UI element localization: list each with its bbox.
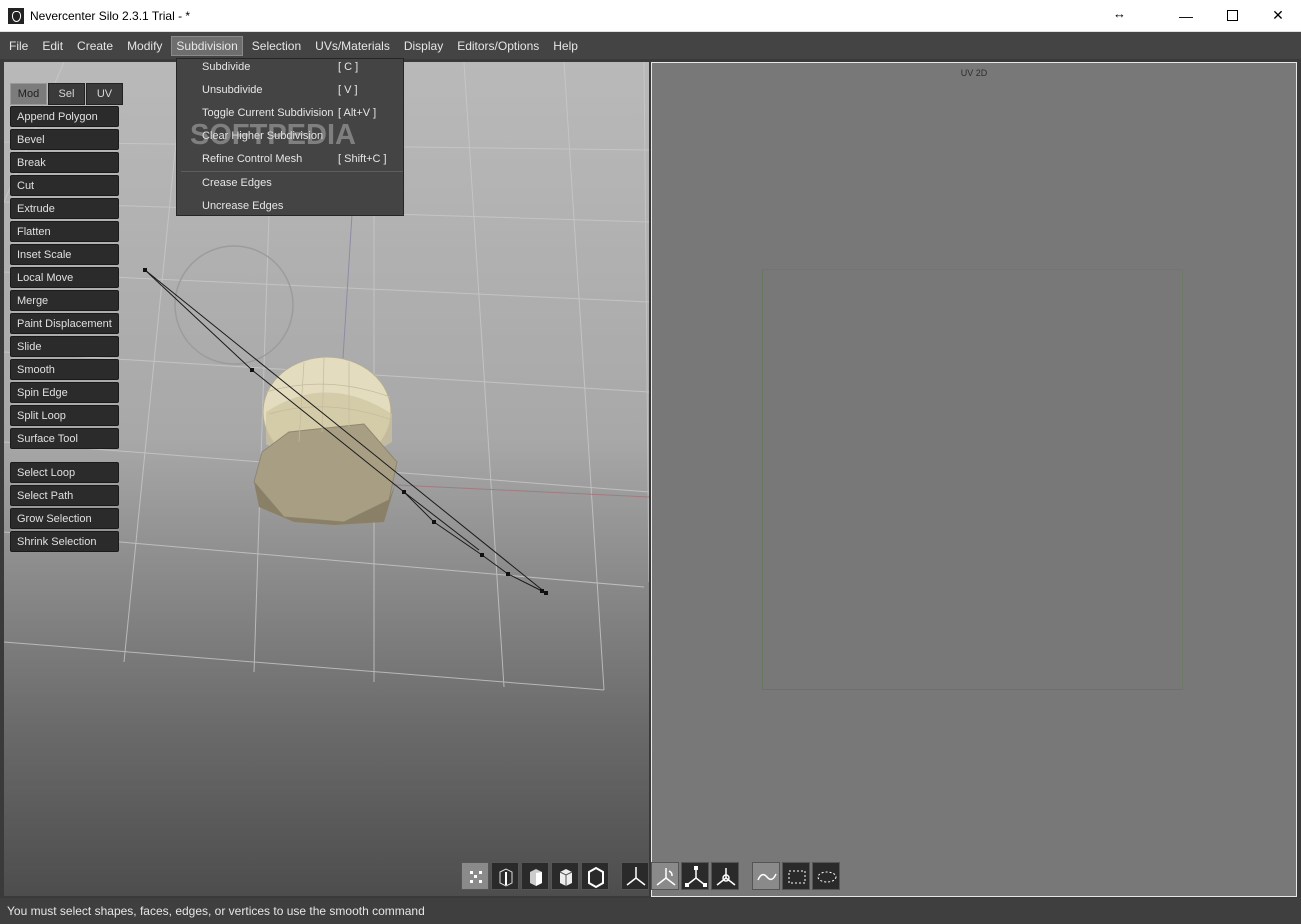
tool-inset-scale-button[interactable]: Inset Scale — [10, 244, 119, 265]
uv-view-title: UV 2D — [960, 68, 988, 78]
tool-merge-button[interactable]: Merge — [10, 290, 119, 311]
rotate-gizmo-ring — [174, 245, 294, 365]
object-mode-button[interactable] — [551, 862, 579, 890]
rect-select-button[interactable] — [782, 862, 810, 890]
tool-paint-displacement-button[interactable]: Paint Displacement — [10, 313, 119, 334]
tool-select-loop-button[interactable]: Select Loop — [10, 462, 119, 483]
menu-editors-options[interactable]: Editors/Options — [452, 36, 544, 56]
tool-bevel-button[interactable]: Bevel — [10, 129, 119, 150]
tool-extrude-button[interactable]: Extrude — [10, 198, 119, 219]
window-title: Nevercenter Silo 2.3.1 Trial - * — [30, 8, 191, 23]
close-icon: ✕ — [1272, 7, 1284, 23]
tool-flatten-button[interactable]: Flatten — [10, 221, 119, 242]
tool-cut-button[interactable]: Cut — [10, 175, 119, 196]
viewport-uv[interactable]: UV 2D — [651, 62, 1297, 897]
move-manipulator-button[interactable] — [621, 862, 649, 890]
object-mode-icon — [559, 869, 573, 886]
tool-local-move-button[interactable]: Local Move — [10, 267, 119, 288]
wireframe-object-button[interactable] — [581, 862, 609, 890]
lasso-curve-icon — [757, 873, 777, 881]
edge-mode-button[interactable] — [491, 862, 519, 890]
dropdown-item-label: Unsubdivide — [202, 84, 263, 96]
status-bar: You must select shapes, faces, edges, or… — [0, 898, 1301, 924]
scale-manipulator-button[interactable] — [681, 862, 709, 890]
tab-sel[interactable]: Sel — [48, 83, 85, 105]
dropdown-item-label: Subdivide — [202, 61, 251, 73]
move-manipulator-icon — [626, 867, 646, 886]
rect-select-icon — [788, 870, 806, 884]
menu-edit[interactable]: Edit — [37, 36, 68, 56]
uv-bounds-frame — [762, 269, 1183, 690]
rotate-manipulator-button[interactable] — [651, 862, 679, 890]
tool-spin-edge-button[interactable]: Spin Edge — [10, 382, 119, 403]
dropdown-item-shortcut: [ C ] — [338, 61, 359, 73]
face-mode-button[interactable] — [521, 862, 549, 890]
menu-help[interactable]: Help — [548, 36, 583, 56]
vertex-mode-icon — [470, 871, 482, 883]
tool-split-loop-button[interactable]: Split Loop — [10, 405, 119, 426]
ellipse-select-button[interactable] — [812, 862, 840, 890]
lasso-curve-button[interactable] — [752, 862, 780, 890]
dropdown-item-shortcut: [ Shift+C ] — [338, 153, 387, 165]
tool-surface-tool-button[interactable]: Surface Tool — [10, 428, 119, 449]
dropdown-item-label: Refine Control Mesh — [202, 153, 303, 165]
app-icon — [8, 7, 24, 24]
tool-shrink-selection-button[interactable]: Shrink Selection — [10, 531, 119, 552]
tool-panel-tabs: Mod Sel UV — [10, 83, 124, 105]
softpedia-watermark: SOFTPEDIA — [190, 119, 356, 151]
menu-bar: File Edit Create Modify Subdivision Sele… — [0, 32, 1301, 59]
maximize-button[interactable] — [1209, 0, 1255, 31]
menu-modify[interactable]: Modify — [122, 36, 167, 56]
dropdown-separator — [181, 171, 403, 172]
face-mode-icon — [530, 869, 542, 886]
minimize-icon: — — [1179, 7, 1193, 24]
menu-create[interactable]: Create — [72, 36, 118, 56]
dropdown-item-label: Toggle Current Subdivision — [202, 107, 334, 119]
dropdown-item-label: Uncrease Edges — [202, 200, 284, 212]
close-button[interactable]: ✕ — [1255, 0, 1301, 31]
edge-mode-icon — [499, 868, 513, 887]
scale-manipulator-icon — [685, 866, 707, 887]
universal-manipulator-button[interactable] — [711, 862, 739, 890]
resize-arrows-icon: ↔ — [1113, 6, 1126, 21]
wireframe-object-icon — [588, 866, 604, 889]
tool-smooth-button[interactable]: Smooth — [10, 359, 119, 380]
title-bar: Nevercenter Silo 2.3.1 Trial - * ↔ — ✕ — [0, 0, 1301, 32]
menu-file[interactable]: File — [4, 36, 33, 56]
menu-selection[interactable]: Selection — [247, 36, 306, 56]
dropdown-item-shortcut: [ V ] — [338, 84, 358, 96]
vertex-mode-button[interactable] — [461, 862, 489, 890]
tool-select-path-button[interactable]: Select Path — [10, 485, 119, 506]
menu-uvs-materials[interactable]: UVs/Materials — [310, 36, 395, 56]
menu-display[interactable]: Display — [399, 36, 448, 56]
status-message: You must select shapes, faces, edges, or… — [7, 904, 425, 918]
tool-append-polygon-button[interactable]: Append Polygon — [10, 106, 119, 127]
mesh-object[interactable] — [253, 356, 398, 525]
tool-break-button[interactable]: Break — [10, 152, 119, 173]
tab-uv[interactable]: UV — [86, 83, 123, 105]
dropdown-item-label: Crease Edges — [202, 177, 272, 189]
minimize-button[interactable]: — — [1163, 0, 1209, 31]
dropdown-item-shortcut: [ Alt+V ] — [338, 107, 377, 119]
menu-subdivision[interactable]: Subdivision — [171, 35, 243, 56]
tab-mod[interactable]: Mod — [10, 83, 47, 105]
ellipse-select-icon — [817, 871, 837, 883]
maximize-icon — [1226, 10, 1238, 21]
universal-manipulator-icon — [716, 868, 736, 886]
tool-slide-button[interactable]: Slide — [10, 336, 119, 357]
rotate-manipulator-icon — [656, 868, 676, 886]
tool-grow-selection-button[interactable]: Grow Selection — [10, 508, 119, 529]
